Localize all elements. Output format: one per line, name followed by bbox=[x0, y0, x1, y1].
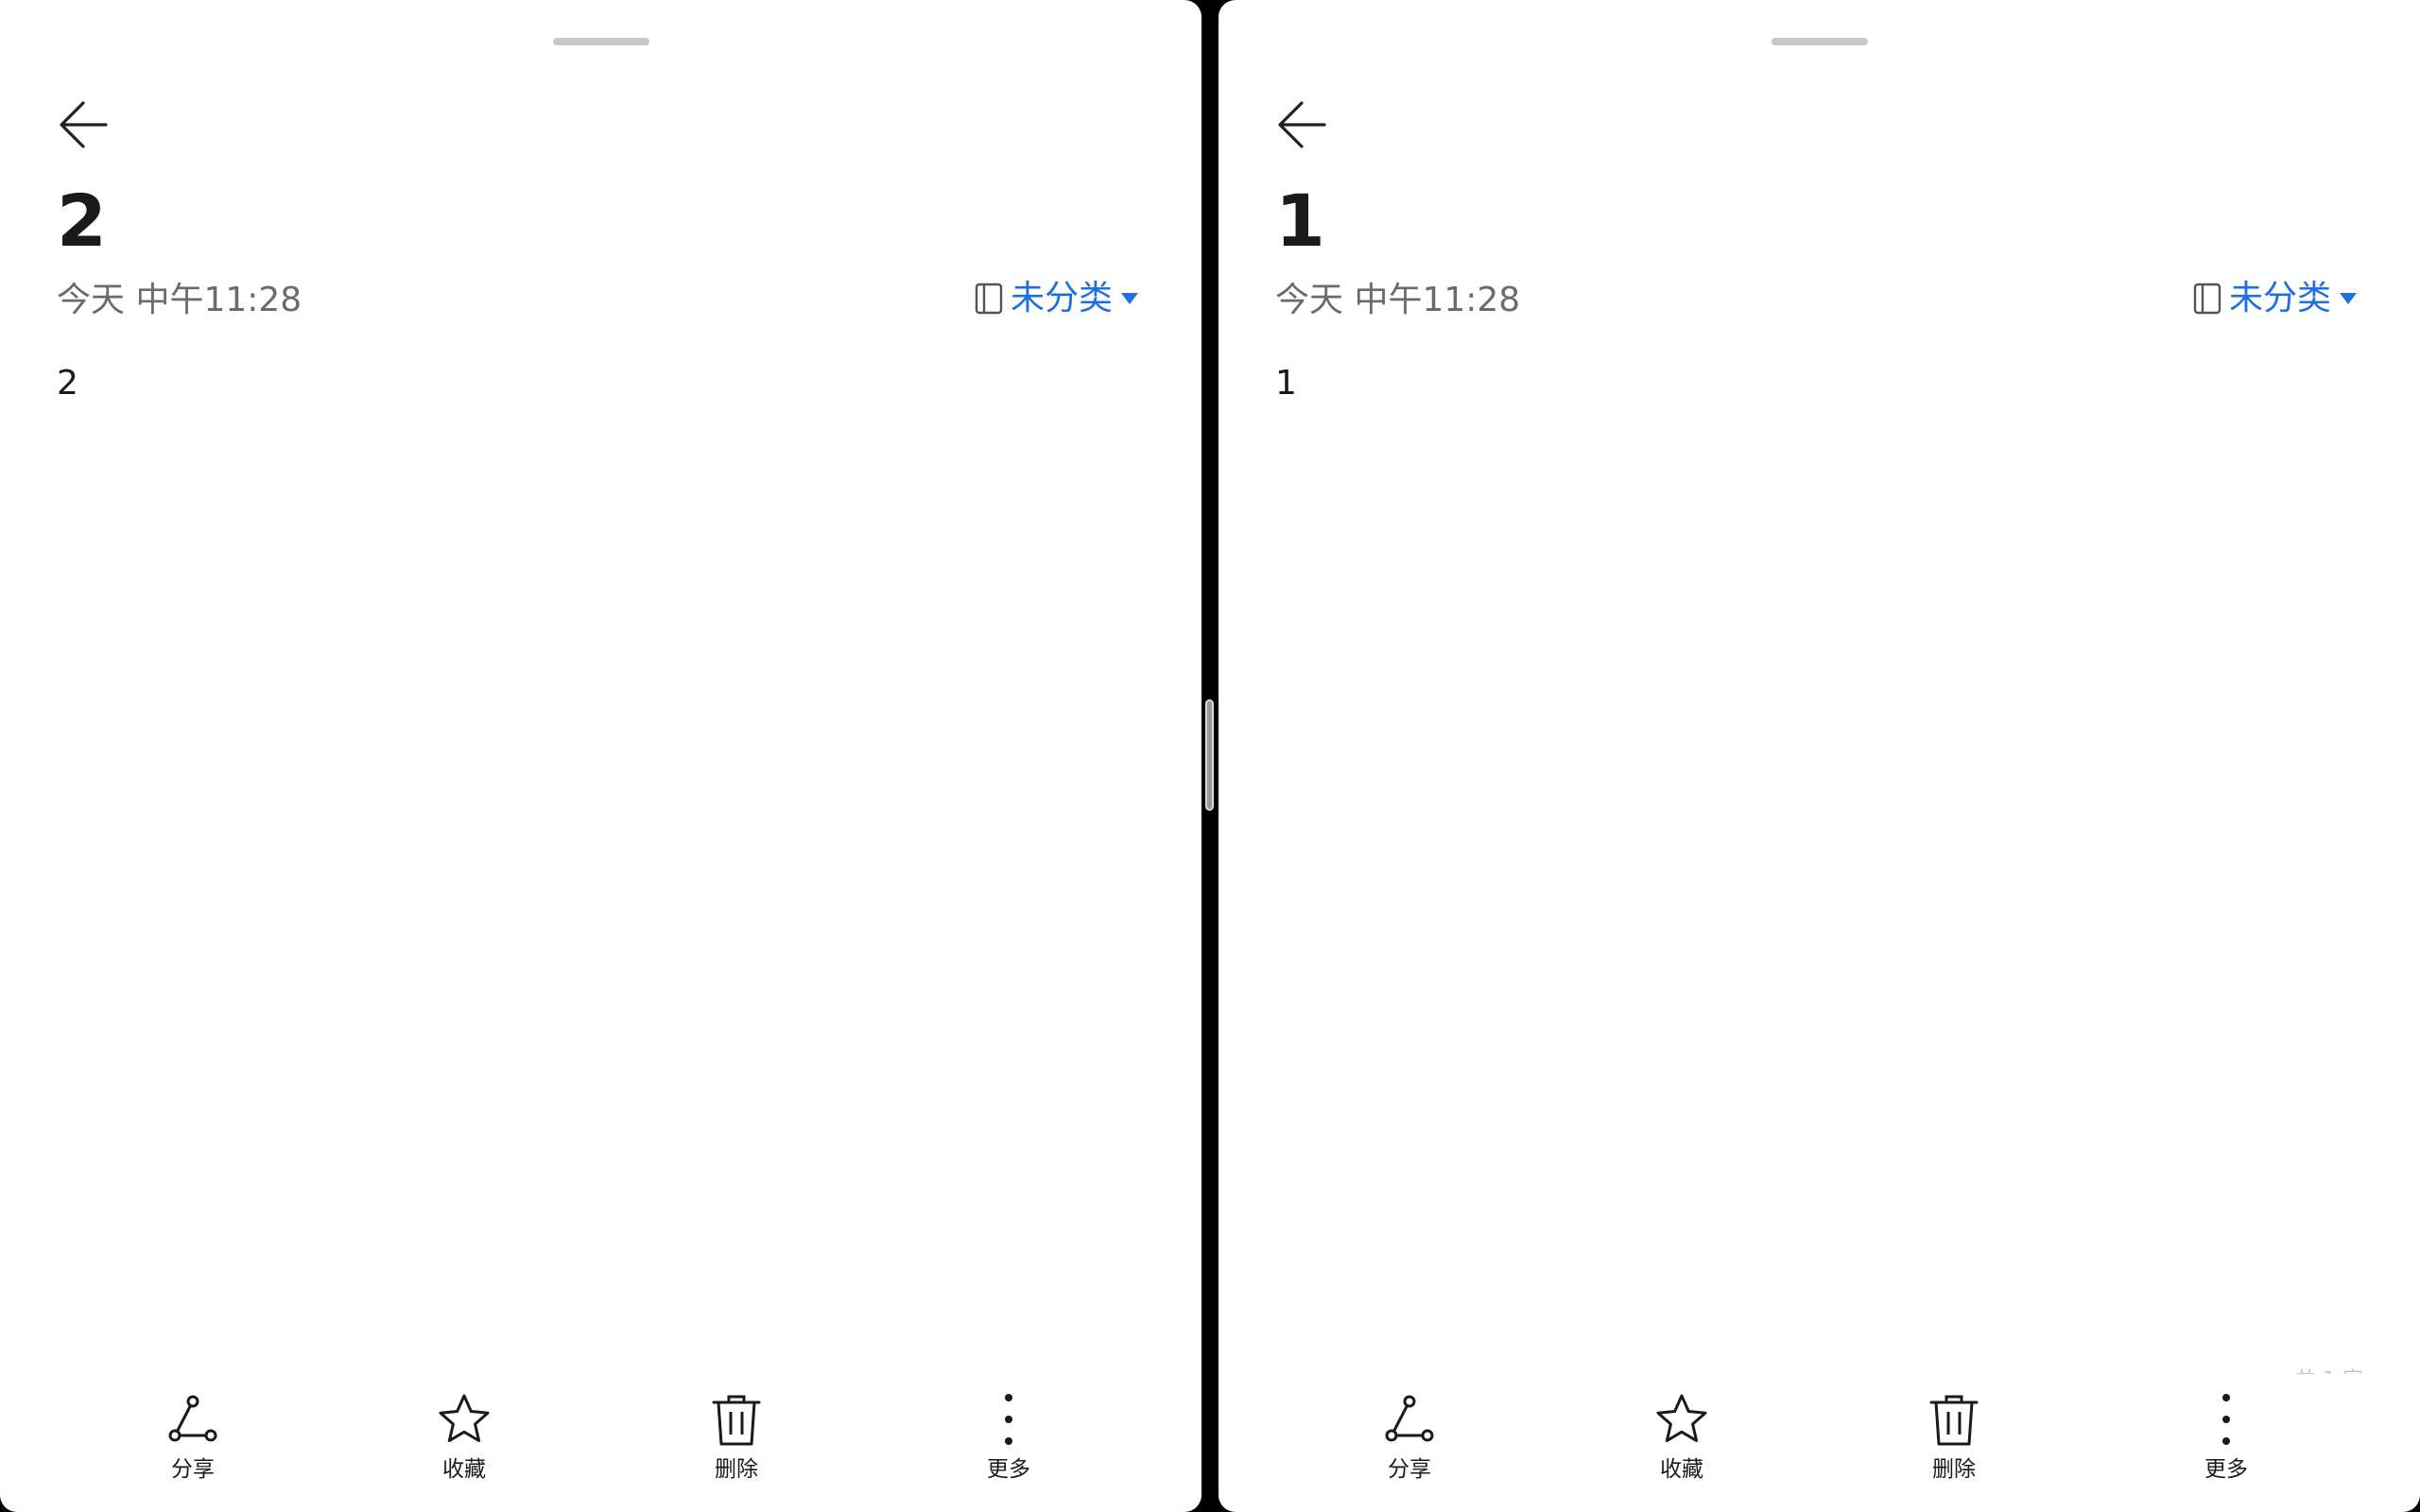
notebook-icon bbox=[975, 283, 1003, 315]
star-icon bbox=[1656, 1394, 1707, 1442]
bottom-toolbar: 分享 收藏 删除 更多 bbox=[0, 1389, 1201, 1493]
share-button[interactable]: 分享 bbox=[1343, 1389, 1476, 1481]
note-body[interactable]: 2 bbox=[57, 367, 78, 401]
share-icon bbox=[168, 1395, 217, 1442]
note-title[interactable]: 2 bbox=[57, 185, 107, 257]
note-body[interactable]: 1 bbox=[1275, 367, 1297, 401]
trash-icon bbox=[712, 1395, 761, 1446]
window-drag-handle[interactable] bbox=[552, 38, 649, 45]
more-label: 更多 bbox=[987, 1457, 1030, 1482]
window-drag-handle[interactable] bbox=[1771, 38, 1868, 45]
favorite-button[interactable]: 收藏 bbox=[1616, 1389, 1748, 1481]
more-button[interactable]: 更多 bbox=[2160, 1389, 2292, 1481]
category-selector[interactable]: 未分类 bbox=[2193, 282, 2358, 316]
split-divider-handle[interactable] bbox=[1205, 699, 1214, 811]
more-button[interactable]: 更多 bbox=[942, 1389, 1075, 1481]
back-button[interactable] bbox=[49, 91, 117, 159]
delete-button[interactable]: 删除 bbox=[1888, 1389, 2020, 1481]
notebook-icon bbox=[2193, 283, 2221, 315]
star-icon bbox=[439, 1394, 490, 1442]
category-selector[interactable]: 未分类 bbox=[975, 282, 1139, 316]
favorite-button[interactable]: 收藏 bbox=[398, 1389, 530, 1481]
favorite-label: 收藏 bbox=[442, 1457, 486, 1482]
share-button[interactable]: 分享 bbox=[127, 1389, 259, 1481]
note-title[interactable]: 1 bbox=[1275, 185, 1325, 257]
share-label: 分享 bbox=[1388, 1457, 1431, 1482]
more-vertical-icon bbox=[1005, 1394, 1012, 1445]
delete-label: 删除 bbox=[1932, 1457, 1976, 1482]
back-button[interactable] bbox=[1268, 91, 1336, 159]
category-label: 未分类 bbox=[2228, 279, 2331, 318]
bottom-toolbar: 分享 收藏 删除 更多 bbox=[1219, 1389, 2420, 1493]
share-label: 分享 bbox=[171, 1457, 215, 1482]
share-icon bbox=[1385, 1395, 1434, 1442]
delete-label: 删除 bbox=[715, 1457, 758, 1482]
arrow-left-icon bbox=[60, 101, 108, 148]
arrow-left-icon bbox=[1278, 101, 1326, 148]
more-label: 更多 bbox=[2204, 1457, 2248, 1482]
delete-button[interactable]: 删除 bbox=[670, 1389, 803, 1481]
note-date: 今天 中午11:28 bbox=[1275, 281, 1521, 319]
right-note-pane: 1 今天 中午11:28 未分类 1 共 1 字 分享 bbox=[1219, 0, 2420, 1512]
favorite-label: 收藏 bbox=[1660, 1457, 1703, 1482]
word-count: 共 1 字 bbox=[2295, 1363, 2363, 1374]
triangle-down-icon bbox=[2340, 293, 2357, 304]
trash-icon bbox=[1929, 1395, 1979, 1446]
left-note-pane: 2 今天 中午11:28 未分类 2 分享 收藏 删除 更多 bbox=[0, 0, 1201, 1512]
triangle-down-icon bbox=[1121, 293, 1138, 304]
more-vertical-icon bbox=[2222, 1394, 2230, 1445]
note-date: 今天 中午11:28 bbox=[57, 281, 302, 319]
category-label: 未分类 bbox=[1010, 279, 1113, 318]
